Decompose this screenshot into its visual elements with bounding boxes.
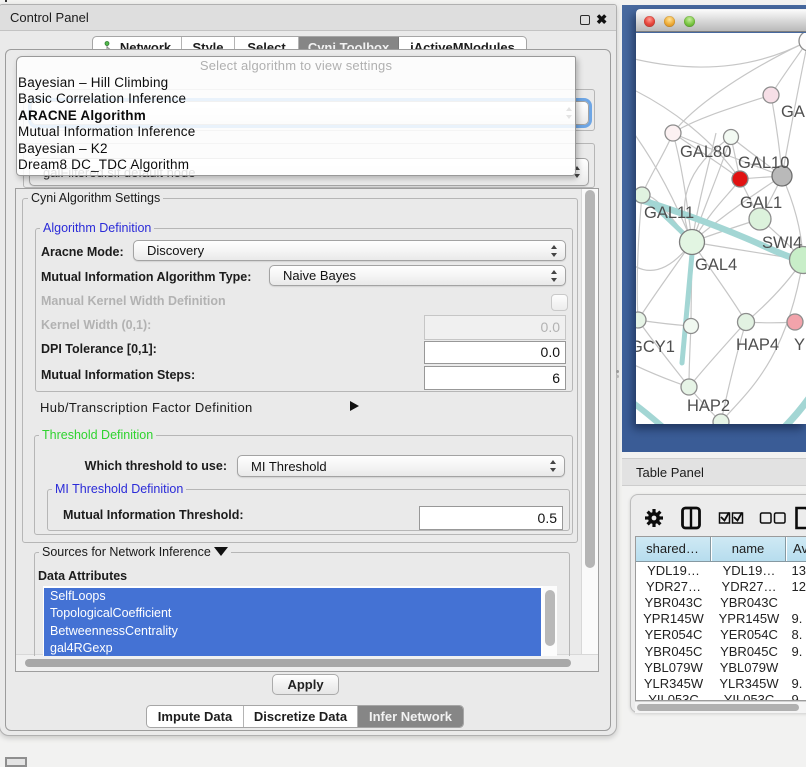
svg-text:HAP2: HAP2 <box>687 397 730 415</box>
svg-text:YM: YM <box>794 336 806 354</box>
svg-text:GAL11: GAL11 <box>644 204 694 222</box>
svg-text:HAP4: HAP4 <box>736 336 779 354</box>
svg-text:GAL4: GAL4 <box>695 256 737 274</box>
svg-text:GAL1: GAL1 <box>740 194 782 212</box>
svg-text:GAL2: GAL2 <box>781 103 806 121</box>
svg-text:SWI4: SWI4 <box>762 234 802 252</box>
svg-text:GCY1: GCY1 <box>636 338 675 356</box>
svg-text:GAL80: GAL80 <box>680 143 731 161</box>
svg-text:GAL10: GAL10 <box>738 154 789 172</box>
